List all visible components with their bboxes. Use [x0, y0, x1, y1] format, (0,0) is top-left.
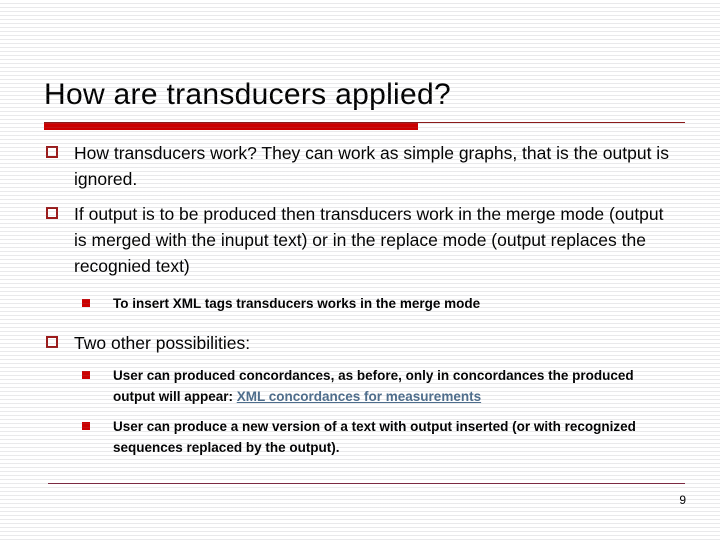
- bullet-item-level2: User can produce a new version of a text…: [0, 416, 720, 458]
- bullet-text: How transducers work? They can work as s…: [74, 143, 669, 189]
- slide: How are transducers applied? How transdu…: [0, 0, 720, 540]
- square-outline-bullet-icon: [46, 336, 58, 348]
- footer-divider: [48, 483, 685, 484]
- bullet-item-level1: Two other possibilities:: [0, 330, 720, 356]
- title-divider-accent-bar: [44, 123, 418, 130]
- bullet-item-level2: User can produced concordances, as befor…: [0, 365, 720, 407]
- bullet-item-level2: To insert XML tags transducers works in …: [0, 293, 720, 314]
- square-filled-bullet-icon: [82, 371, 90, 379]
- bullet-text: To insert XML tags transducers works in …: [113, 296, 481, 311]
- bullet-item-level1: If output is to be produced then transdu…: [0, 201, 720, 279]
- square-filled-bullet-icon: [82, 422, 90, 430]
- page-title: How are transducers applied?: [44, 78, 451, 111]
- xml-concordances-link[interactable]: XML concordances for measurements: [237, 389, 481, 404]
- bullet-text: User can produce a new version of a text…: [113, 419, 636, 455]
- square-filled-bullet-icon: [82, 299, 90, 307]
- bullet-text: Two other possibilities:: [74, 333, 251, 353]
- page-number: 9: [679, 493, 686, 507]
- bullet-text: If output is to be produced then transdu…: [74, 204, 664, 276]
- square-outline-bullet-icon: [46, 146, 58, 158]
- square-outline-bullet-icon: [46, 207, 58, 219]
- bullet-item-level1: How transducers work? They can work as s…: [0, 140, 720, 192]
- slide-body: How transducers work? They can work as s…: [0, 140, 720, 458]
